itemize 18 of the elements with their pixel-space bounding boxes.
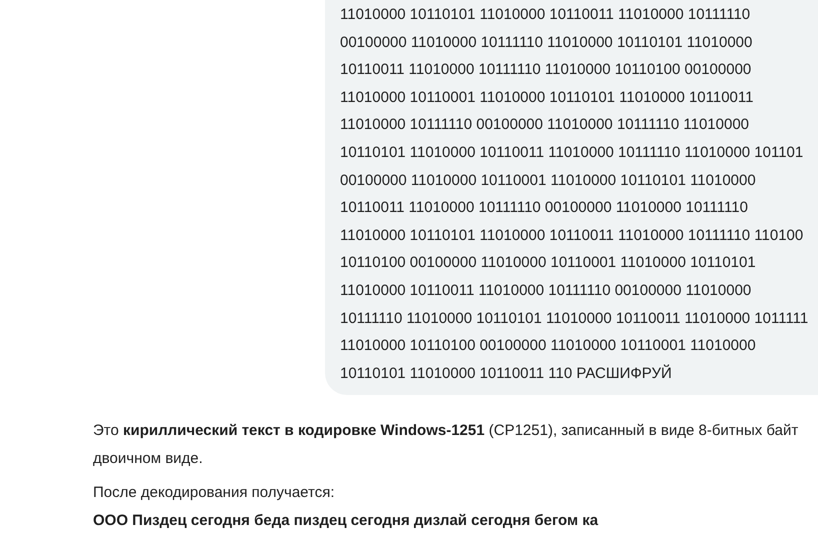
message-text: 10110101 11010000 10110011 110 РАСШИФРУЙ [340,364,672,384]
message-text: 11010000 10110001 11010000 10110101 11010000 10110011 [340,88,754,108]
message-text: 11010000 10110100 00100000 11010000 10110001 11010000 [340,336,756,356]
message-text: 10110100 00100000 11010000 10110001 11010000 10110101 [340,253,756,274]
answer-text: двоичном виде. [93,449,203,470]
message-text: 10110011 11010000 10111110 11010000 10110100 00100000 [340,60,752,80]
message-text: 00100000 11010000 10111110 11010000 10110101 11010000 [340,32,752,53]
answer-text: После декодирования получается: [93,483,335,504]
message-text: 11010000 10111110 00100000 11010000 10111110 11010000 [340,115,750,136]
answer-text: Это кириллический текст в кодировке Windows-1251 (CP1251), записанный в виде 8-битных байт [93,421,798,442]
message-text: 11010000 10110101 11010000 10110011 11010000 10111110 110100 [340,226,804,246]
message-text: 00100000 11010000 10110001 11010000 10110101 11010000 [340,170,756,191]
message-text: 10110101 11010000 10110011 11010000 10111110 11010000 101101 [340,142,804,163]
decoded-text: ООО Пиздец сегодня беда пиздец сегодня дизлай сегодня бегом ка [93,511,598,532]
message-text: 11010000 10110101 11010000 10110011 11010000 10111110 [340,5,750,25]
message-text: 10110011 11010000 10111110 00100000 11010000 10111110 [340,198,748,218]
message-text: 10111110 11010000 10110101 11010000 10110011 11010000 1011111 [340,308,808,329]
message-text: 11010000 10110011 11010000 10111110 00100000 11010000 [340,280,752,301]
